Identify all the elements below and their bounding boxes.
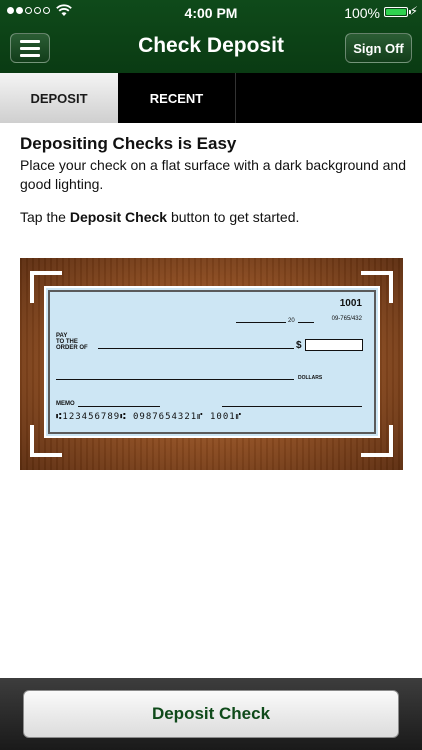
check-illustration: 1001 09-765/432 20 PAY TO THE ORDER OF $… (20, 258, 403, 470)
date-line (236, 322, 286, 323)
pay-to-label: PAY TO THE ORDER OF (56, 333, 88, 351)
battery-icon (384, 7, 411, 17)
dollar-sign: $ (296, 340, 302, 351)
check-routing: 09-765/432 (331, 316, 362, 322)
amount-box (305, 339, 363, 351)
tab-deposit[interactable]: DEPOSIT (0, 73, 118, 123)
deposit-check-button[interactable]: Deposit Check (23, 690, 399, 738)
sample-check: 1001 09-765/432 20 PAY TO THE ORDER OF $… (44, 286, 380, 438)
micr-line: ⑆123456789⑆ 0987654321⑈ 1001⑈ (56, 412, 243, 422)
instructions-tap-paragraph: Tap the Deposit Check button to get star… (20, 208, 406, 227)
status-bar: 4:00 PM 100% ⚡ (0, 0, 422, 24)
instructions-heading: Depositing Checks is Easy (20, 134, 237, 153)
payee-line (98, 348, 294, 349)
battery-percent: 100% (344, 5, 380, 21)
pay-label-3: ORDER OF (56, 345, 88, 351)
dollars-label: DOLLARS (298, 375, 323, 381)
tab-recent[interactable]: RECENT (118, 73, 236, 123)
instructions: Depositing Checks is Easy Place your che… (20, 134, 406, 227)
tap-prefix: Tap the (20, 209, 70, 225)
memo-label: MEMO (56, 401, 75, 407)
signature-line (222, 406, 362, 407)
check-number: 1001 (339, 298, 362, 309)
memo-line (78, 406, 160, 407)
instructions-paragraph: Place your check on a flat surface with … (20, 157, 406, 192)
check-deposit-screen: 4:00 PM 100% ⚡ Check Deposit Sign Off DE… (0, 0, 422, 750)
top-bar: 4:00 PM 100% ⚡ Check Deposit Sign Off (0, 0, 422, 73)
sign-off-button[interactable]: Sign Off (345, 33, 412, 63)
written-amount-line (56, 379, 294, 380)
tap-bold: Deposit Check (69, 209, 168, 225)
bottom-bar: Deposit Check (0, 678, 422, 750)
date-year-prefix: 20 (288, 318, 295, 324)
tap-suffix: button to get started. (167, 209, 300, 225)
date-line (298, 322, 314, 323)
tab-bar: DEPOSIT RECENT (0, 73, 422, 123)
charging-bolt-icon: ⚡ (409, 4, 418, 18)
